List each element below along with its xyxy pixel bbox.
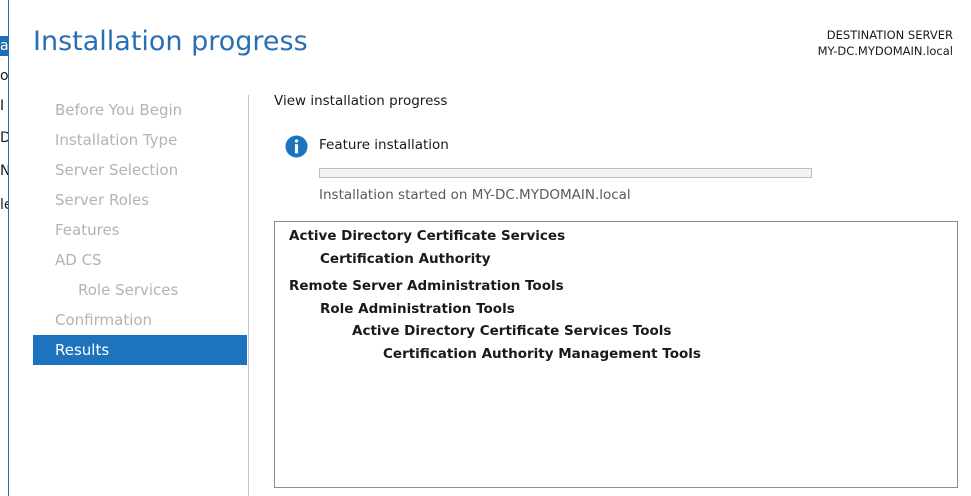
- nav-item-results[interactable]: Results: [33, 335, 247, 365]
- page-title: Installation progress: [33, 26, 308, 57]
- wizard-page: a o I D N le Installation progress DESTI…: [0, 0, 971, 496]
- nav-item-before-you-begin: Before You Begin: [55, 101, 183, 119]
- result-item: Active Directory Certificate Services: [289, 228, 566, 244]
- result-item: Certification Authority: [320, 251, 491, 267]
- edge-text: I: [0, 98, 5, 114]
- edge-text: D: [0, 130, 8, 146]
- feature-installation-label: Feature installation: [319, 137, 449, 153]
- installation-started-text: Installation started on MY-DC.MYDOMAIN.l…: [319, 187, 631, 203]
- info-icon: [285, 135, 308, 158]
- result-item: Active Directory Certificate Services To…: [352, 323, 672, 339]
- result-item: Certification Authority Management Tools: [383, 346, 701, 362]
- nav-item-role-services: Role Services: [78, 281, 179, 299]
- nav-item-server-roles: Server Roles: [55, 191, 150, 209]
- results-list[interactable]: Active Directory Certificate Services Ce…: [274, 221, 958, 488]
- nav-divider: [248, 95, 249, 496]
- nav-item-confirmation: Confirmation: [55, 311, 153, 329]
- background-window-edge: a o I D N le: [0, 0, 9, 496]
- main-content: View installation progress Feature insta…: [274, 93, 959, 203]
- nav-item-ad-cs: AD CS: [55, 251, 102, 269]
- nav-item-features: Features: [55, 221, 120, 239]
- wizard-nav: Before You Begin Installation Type Serve…: [33, 95, 247, 365]
- nav-item-installation-type: Installation Type: [55, 131, 178, 149]
- destination-server-info: DESTINATION SERVER MY-DC.MYDOMAIN.local: [818, 27, 953, 59]
- nav-item-server-selection: Server Selection: [55, 161, 179, 179]
- section-heading: View installation progress: [274, 93, 448, 109]
- installation-progress-bar: [319, 168, 812, 178]
- result-item: Remote Server Administration Tools: [289, 278, 564, 294]
- destination-server-name: MY-DC.MYDOMAIN.local: [817, 44, 953, 58]
- result-item: Role Administration Tools: [320, 301, 515, 317]
- edge-text: N: [0, 163, 8, 179]
- edge-text: le: [0, 197, 8, 213]
- edge-text: a: [0, 38, 9, 54]
- destination-label: DESTINATION SERVER: [826, 28, 953, 42]
- edge-text: o: [0, 68, 9, 84]
